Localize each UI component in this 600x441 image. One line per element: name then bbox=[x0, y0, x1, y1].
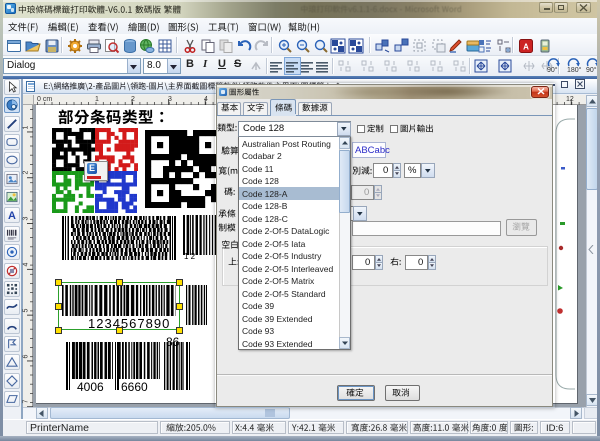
svg-text:A: A bbox=[523, 43, 529, 52]
svg-text:A: A bbox=[8, 211, 16, 223]
